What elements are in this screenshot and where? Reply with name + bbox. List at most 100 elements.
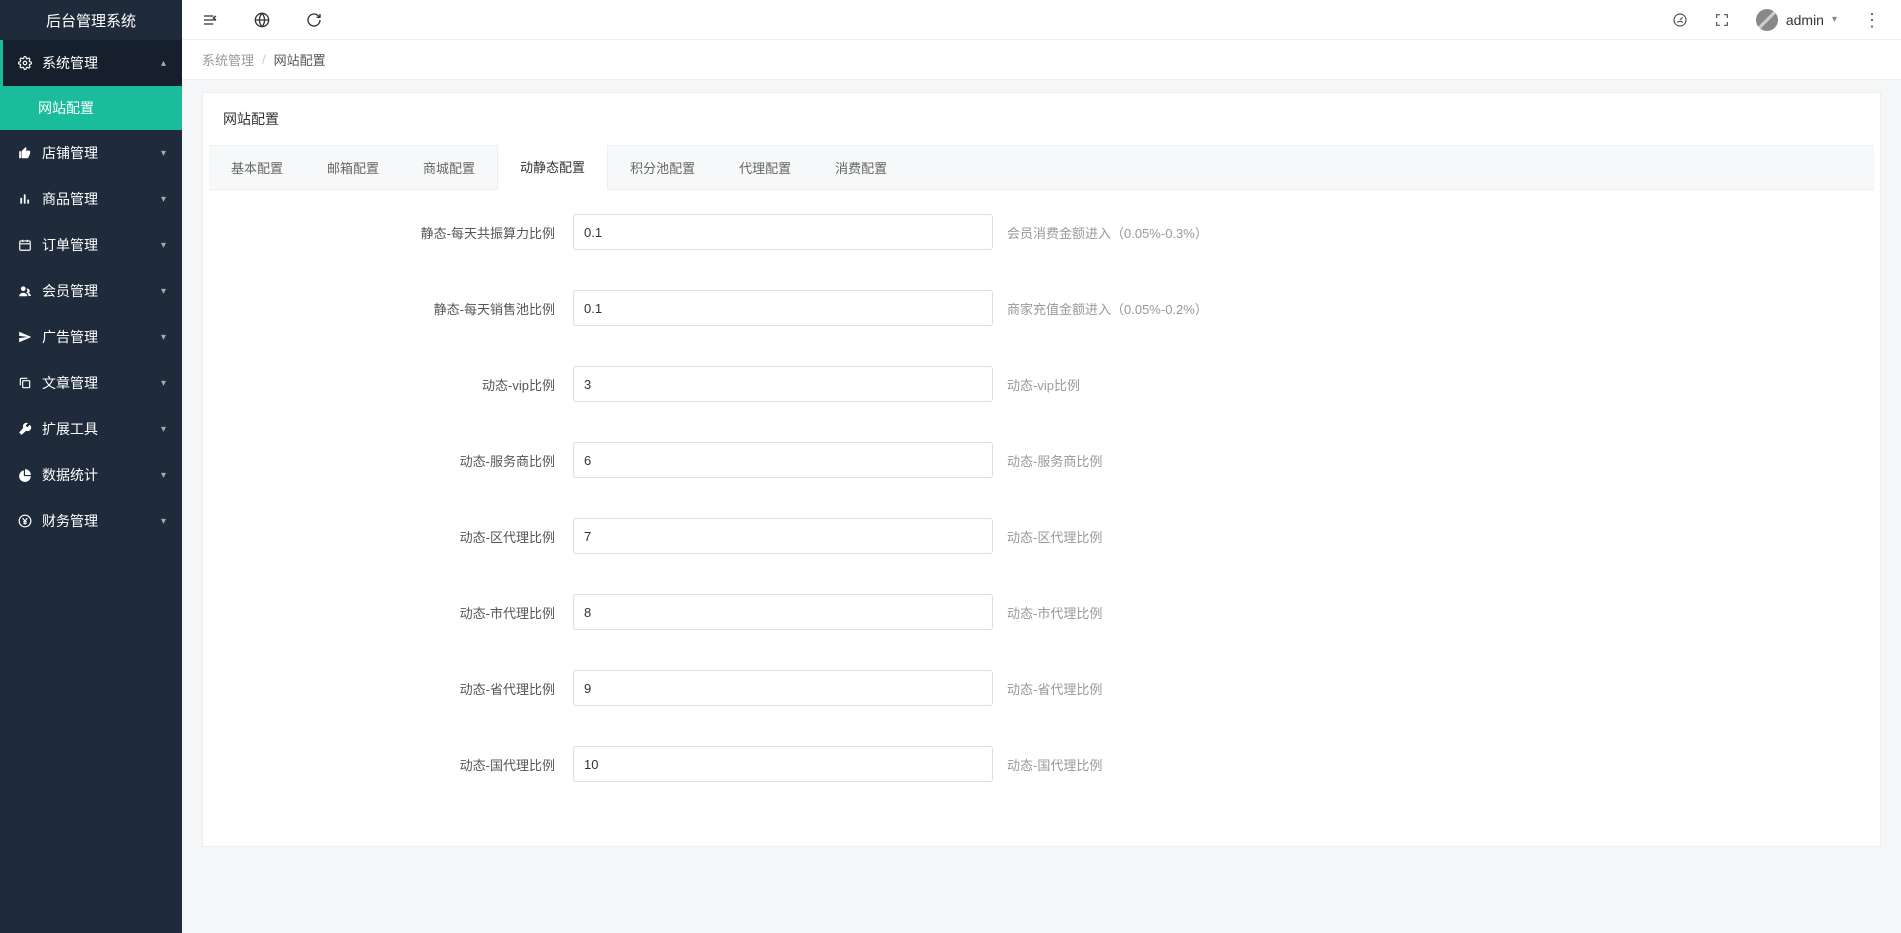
avatar [1756,9,1778,31]
sidebar-subitem-label: 网站配置 [38,98,94,118]
app-title: 后台管理系统 [0,0,182,40]
wrench-icon [16,422,34,436]
sidebar-item-finance[interactable]: 财务管理 ▾ [0,498,182,544]
main: admin ▾ ⋮ 系统管理 / 网站配置 网站配置 基本配置 邮箱配置 商城配… [182,0,1901,933]
chevron-down-icon: ▾ [161,194,166,205]
static-sales-pool-ratio-input[interactable] [573,290,993,326]
chevron-down-icon: ▾ [161,332,166,343]
form-row: 静态-每天销售池比例 商家充值金额进入（0.05%-0.2%） [243,290,1840,326]
form-label: 动态-服务商比例 [243,451,573,470]
sidebar: 后台管理系统 系统管理 ▴ 网站配置 店铺管理 ▾ [0,0,182,933]
breadcrumb: 系统管理 / 网站配置 [182,40,1901,80]
tab-pool[interactable]: 积分池配置 [608,146,717,189]
fullscreen-icon[interactable] [1714,12,1730,28]
sidebar-item-ad[interactable]: 广告管理 ▾ [0,314,182,360]
form-hint: 会员消费金额进入（0.05%-0.3%） [1007,223,1208,242]
content: 网站配置 基本配置 邮箱配置 商城配置 动静态配置 积分池配置 代理配置 消费配… [182,80,1901,933]
tab-basic[interactable]: 基本配置 [209,146,305,189]
send-icon [16,330,34,344]
chevron-down-icon: ▾ [161,470,166,481]
refresh-icon[interactable] [306,12,322,28]
form-row: 动态-vip比例 动态-vip比例 [243,366,1840,402]
form-label: 动态-省代理比例 [243,679,573,698]
tab-email[interactable]: 邮箱配置 [305,146,401,189]
form-row: 动态-市代理比例 动态-市代理比例 [243,594,1840,630]
chevron-down-icon: ▾ [161,148,166,159]
form-label: 静态-每天共振算力比例 [243,223,573,242]
dynamic-service-ratio-input[interactable] [573,442,993,478]
sidebar-subitem-site-config[interactable]: 网站配置 [0,86,182,130]
tab-mall[interactable]: 商城配置 [401,146,497,189]
form-label: 静态-每天销售池比例 [243,299,573,318]
globe-icon[interactable] [254,12,270,28]
sidebar-item-article[interactable]: 文章管理 ▾ [0,360,182,406]
form-hint: 商家充值金额进入（0.05%-0.2%） [1007,299,1208,318]
sidebar-item-label: 文章管理 [42,373,98,393]
dynamic-country-ratio-input[interactable] [573,746,993,782]
chevron-down-icon: ▾ [161,516,166,527]
form-hint: 动态-国代理比例 [1007,755,1102,774]
tab-agent[interactable]: 代理配置 [717,146,813,189]
form-label: 动态-vip比例 [243,375,573,394]
form-hint: 动态-省代理比例 [1007,679,1102,698]
copy-icon [16,376,34,390]
sidebar-item-product[interactable]: 商品管理 ▾ [0,176,182,222]
form-hint: 动态-服务商比例 [1007,451,1102,470]
page-title: 网站配置 [203,93,1880,145]
form-row: 静态-每天共振算力比例 会员消费金额进入（0.05%-0.3%） [243,214,1840,250]
tab-dynamic-static[interactable]: 动静态配置 [497,145,608,190]
form-label: 动态-区代理比例 [243,527,573,546]
chevron-down-icon: ▾ [161,286,166,297]
chart-icon [16,192,34,206]
caret-down-icon: ▾ [1832,14,1837,25]
chevron-down-icon: ▾ [161,424,166,435]
sidebar-item-system[interactable]: 系统管理 ▴ [0,40,182,86]
sidebar-item-label: 店铺管理 [42,143,98,163]
form-hint: 动态-vip比例 [1007,375,1080,394]
sidebar-item-shop[interactable]: 店铺管理 ▾ [0,130,182,176]
topbar-left [202,12,322,28]
dynamic-province-ratio-input[interactable] [573,670,993,706]
topbar: admin ▾ ⋮ [182,0,1901,40]
sidebar-item-stats[interactable]: 数据统计 ▾ [0,452,182,498]
thumb-icon [16,146,34,160]
sidebar-group-system: 系统管理 ▴ 网站配置 [0,40,182,130]
dashboard-icon[interactable] [1672,12,1688,28]
breadcrumb-item[interactable]: 系统管理 [202,50,254,69]
form-row: 动态-服务商比例 动态-服务商比例 [243,442,1840,478]
sidebar-item-member[interactable]: 会员管理 ▾ [0,268,182,314]
sidebar-item-label: 会员管理 [42,281,98,301]
calendar-icon [16,238,34,252]
chevron-down-icon: ▾ [161,240,166,251]
dynamic-district-ratio-input[interactable] [573,518,993,554]
collapse-icon[interactable] [202,12,218,28]
sidebar-item-tools[interactable]: 扩展工具 ▾ [0,406,182,452]
form-hint: 动态-区代理比例 [1007,527,1102,546]
tab-consume[interactable]: 消费配置 [813,146,909,189]
dynamic-city-ratio-input[interactable] [573,594,993,630]
form-label: 动态-市代理比例 [243,603,573,622]
users-icon [16,284,34,298]
sidebar-item-label: 扩展工具 [42,419,98,439]
more-icon[interactable]: ⋮ [1863,11,1881,29]
breadcrumb-current: 网站配置 [274,50,326,69]
form-row: 动态-国代理比例 动态-国代理比例 [243,746,1840,782]
sidebar-item-label: 订单管理 [42,235,98,255]
yen-icon [16,514,34,528]
user-name: admin [1786,12,1824,28]
config-card: 网站配置 基本配置 邮箱配置 商城配置 动静态配置 积分池配置 代理配置 消费配… [202,92,1881,847]
pie-icon [16,468,34,482]
sidebar-item-order[interactable]: 订单管理 ▾ [0,222,182,268]
static-resonance-ratio-input[interactable] [573,214,993,250]
sidebar-item-label: 财务管理 [42,511,98,531]
config-form: 静态-每天共振算力比例 会员消费金额进入（0.05%-0.3%） 静态-每天销售… [203,190,1880,846]
user-menu[interactable]: admin ▾ [1756,9,1837,31]
topbar-right: admin ▾ ⋮ [1672,9,1881,31]
form-row: 动态-省代理比例 动态-省代理比例 [243,670,1840,706]
gear-icon [16,56,34,70]
form-row: 动态-区代理比例 动态-区代理比例 [243,518,1840,554]
chevron-down-icon: ▾ [161,378,166,389]
dynamic-vip-ratio-input[interactable] [573,366,993,402]
form-label: 动态-国代理比例 [243,755,573,774]
form-hint: 动态-市代理比例 [1007,603,1102,622]
